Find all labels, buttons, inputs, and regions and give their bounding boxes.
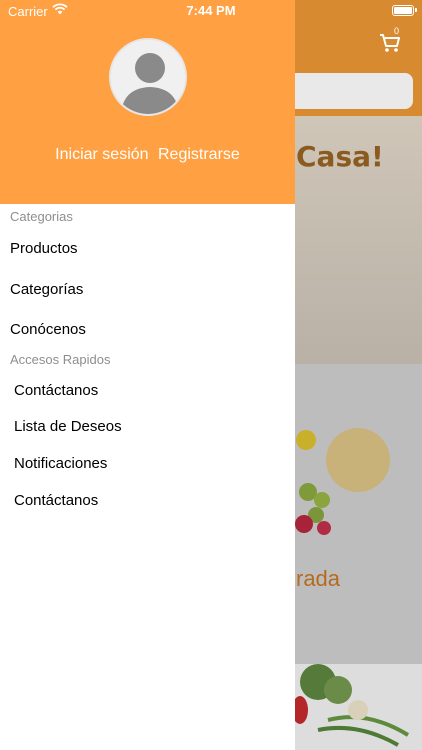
menu-item-conocenos[interactable]: Conócenos: [10, 321, 86, 338]
banner-text: Casa!: [296, 140, 384, 173]
register-link[interactable]: Registrarse: [158, 146, 240, 163]
vegetables-image: [292, 664, 410, 747]
avatar-icon: [111, 40, 185, 114]
menu-item-contactanos-2[interactable]: Contáctanos: [14, 492, 98, 509]
section-title-accesos: Accesos Rapidos: [10, 352, 111, 367]
status-bar: Carrier 7:44 PM: [0, 0, 422, 22]
cart-count-badge: 0: [394, 26, 400, 36]
menu-item-productos[interactable]: Productos: [10, 240, 78, 257]
auth-links: Iniciar sesión Registrarse: [0, 146, 295, 164]
produce-image: [295, 428, 390, 535]
menu-item-lista-de-deseos[interactable]: Lista de Deseos: [14, 418, 122, 435]
menu-item-notificaciones[interactable]: Notificaciones: [14, 455, 107, 472]
avatar[interactable]: [109, 38, 187, 116]
clock: 7:44 PM: [186, 3, 236, 18]
menu-item-contactanos[interactable]: Contáctanos: [14, 382, 98, 399]
promo-text: rada: [296, 566, 341, 591]
navigation-drawer: Iniciar sesión Registrarse Categorias Pr…: [0, 0, 295, 750]
search-bar[interactable]: [280, 73, 413, 109]
section-title-categorias: Categorias: [10, 209, 73, 224]
drawer-header: Iniciar sesión Registrarse: [0, 0, 295, 204]
menu-item-categorias[interactable]: Categorías: [10, 281, 83, 298]
battery-icon: [392, 5, 417, 16]
login-link[interactable]: Iniciar sesión: [55, 146, 148, 163]
